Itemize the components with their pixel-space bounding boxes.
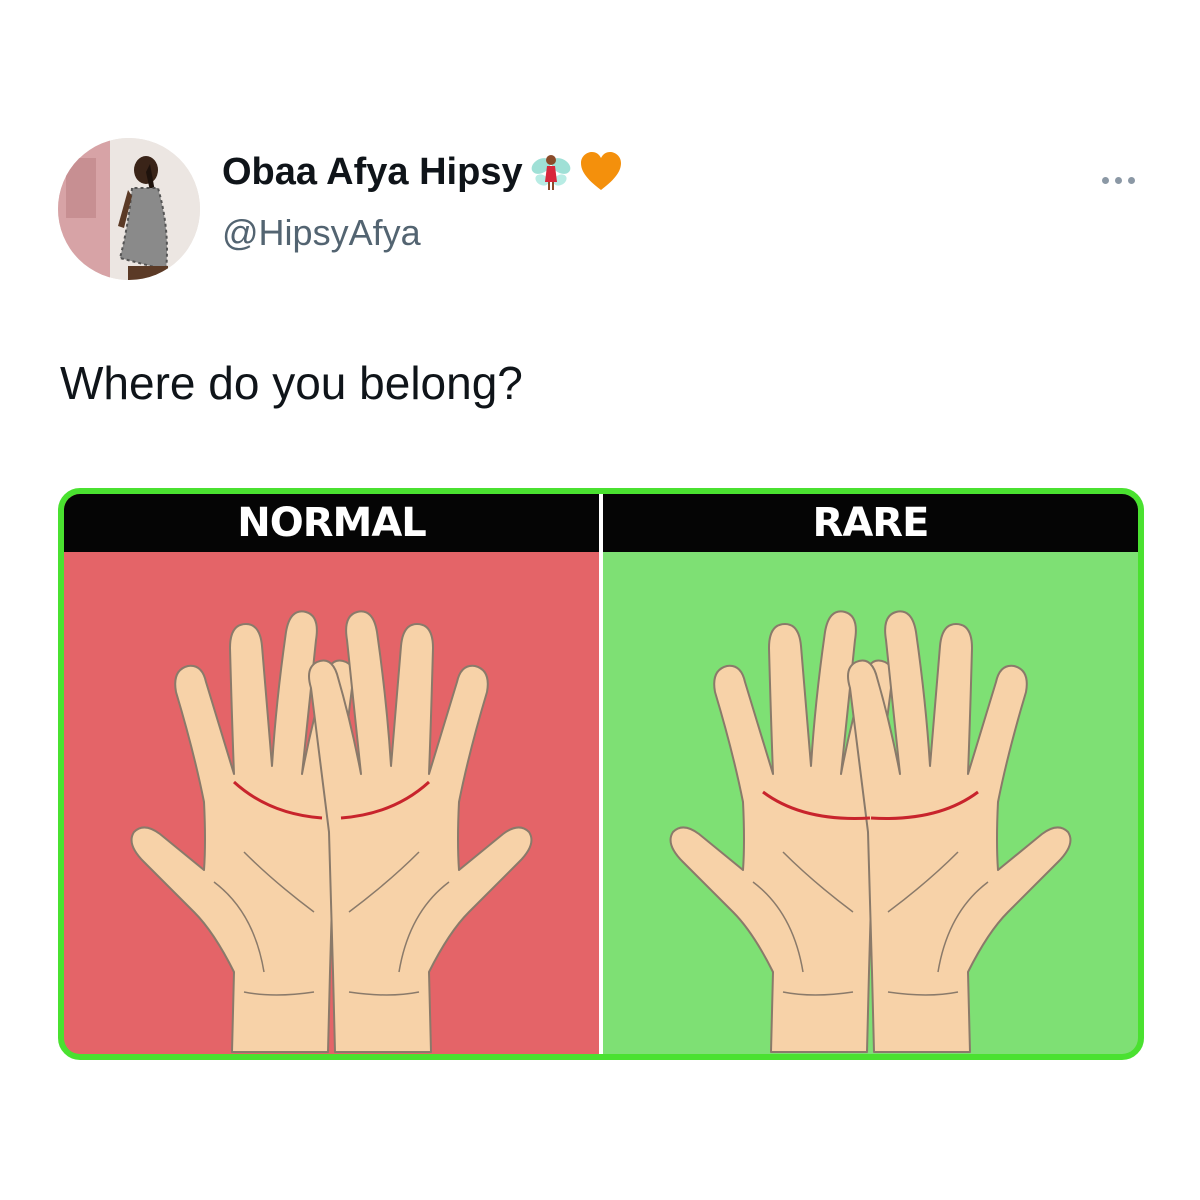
tweet-text: Where do you belong?	[60, 357, 523, 409]
rare-panel: RARE	[603, 494, 1138, 1054]
hands-normal-svg	[130, 610, 533, 1053]
avatar[interactable]	[58, 138, 200, 280]
normal-hands-illustration	[64, 552, 599, 1054]
orange-heart-icon	[579, 150, 623, 194]
normal-panel: NORMAL	[64, 494, 599, 1054]
normal-label: NORMAL	[64, 494, 599, 552]
more-options-button[interactable]	[1088, 160, 1148, 200]
hands-rare-svg	[669, 610, 1072, 1053]
author-name-row: Obaa Afya Hipsy	[222, 150, 623, 194]
tweet-media-image[interactable]: NORMAL RARE	[58, 488, 1144, 1060]
avatar-photo	[58, 138, 200, 280]
tweet-card: Obaa Afya Hipsy @HipsyAfya Where do you	[0, 0, 1200, 1200]
rare-hands-illustration	[603, 552, 1138, 1054]
rare-label: RARE	[603, 494, 1138, 552]
display-name[interactable]: Obaa Afya Hipsy	[222, 151, 523, 194]
fairy-emoji-icon	[529, 150, 573, 194]
more-dot-icon	[1114, 176, 1122, 184]
more-dot-icon	[1101, 176, 1109, 184]
author-handle[interactable]: @HipsyAfya	[222, 212, 421, 254]
more-dot-icon	[1127, 176, 1135, 184]
